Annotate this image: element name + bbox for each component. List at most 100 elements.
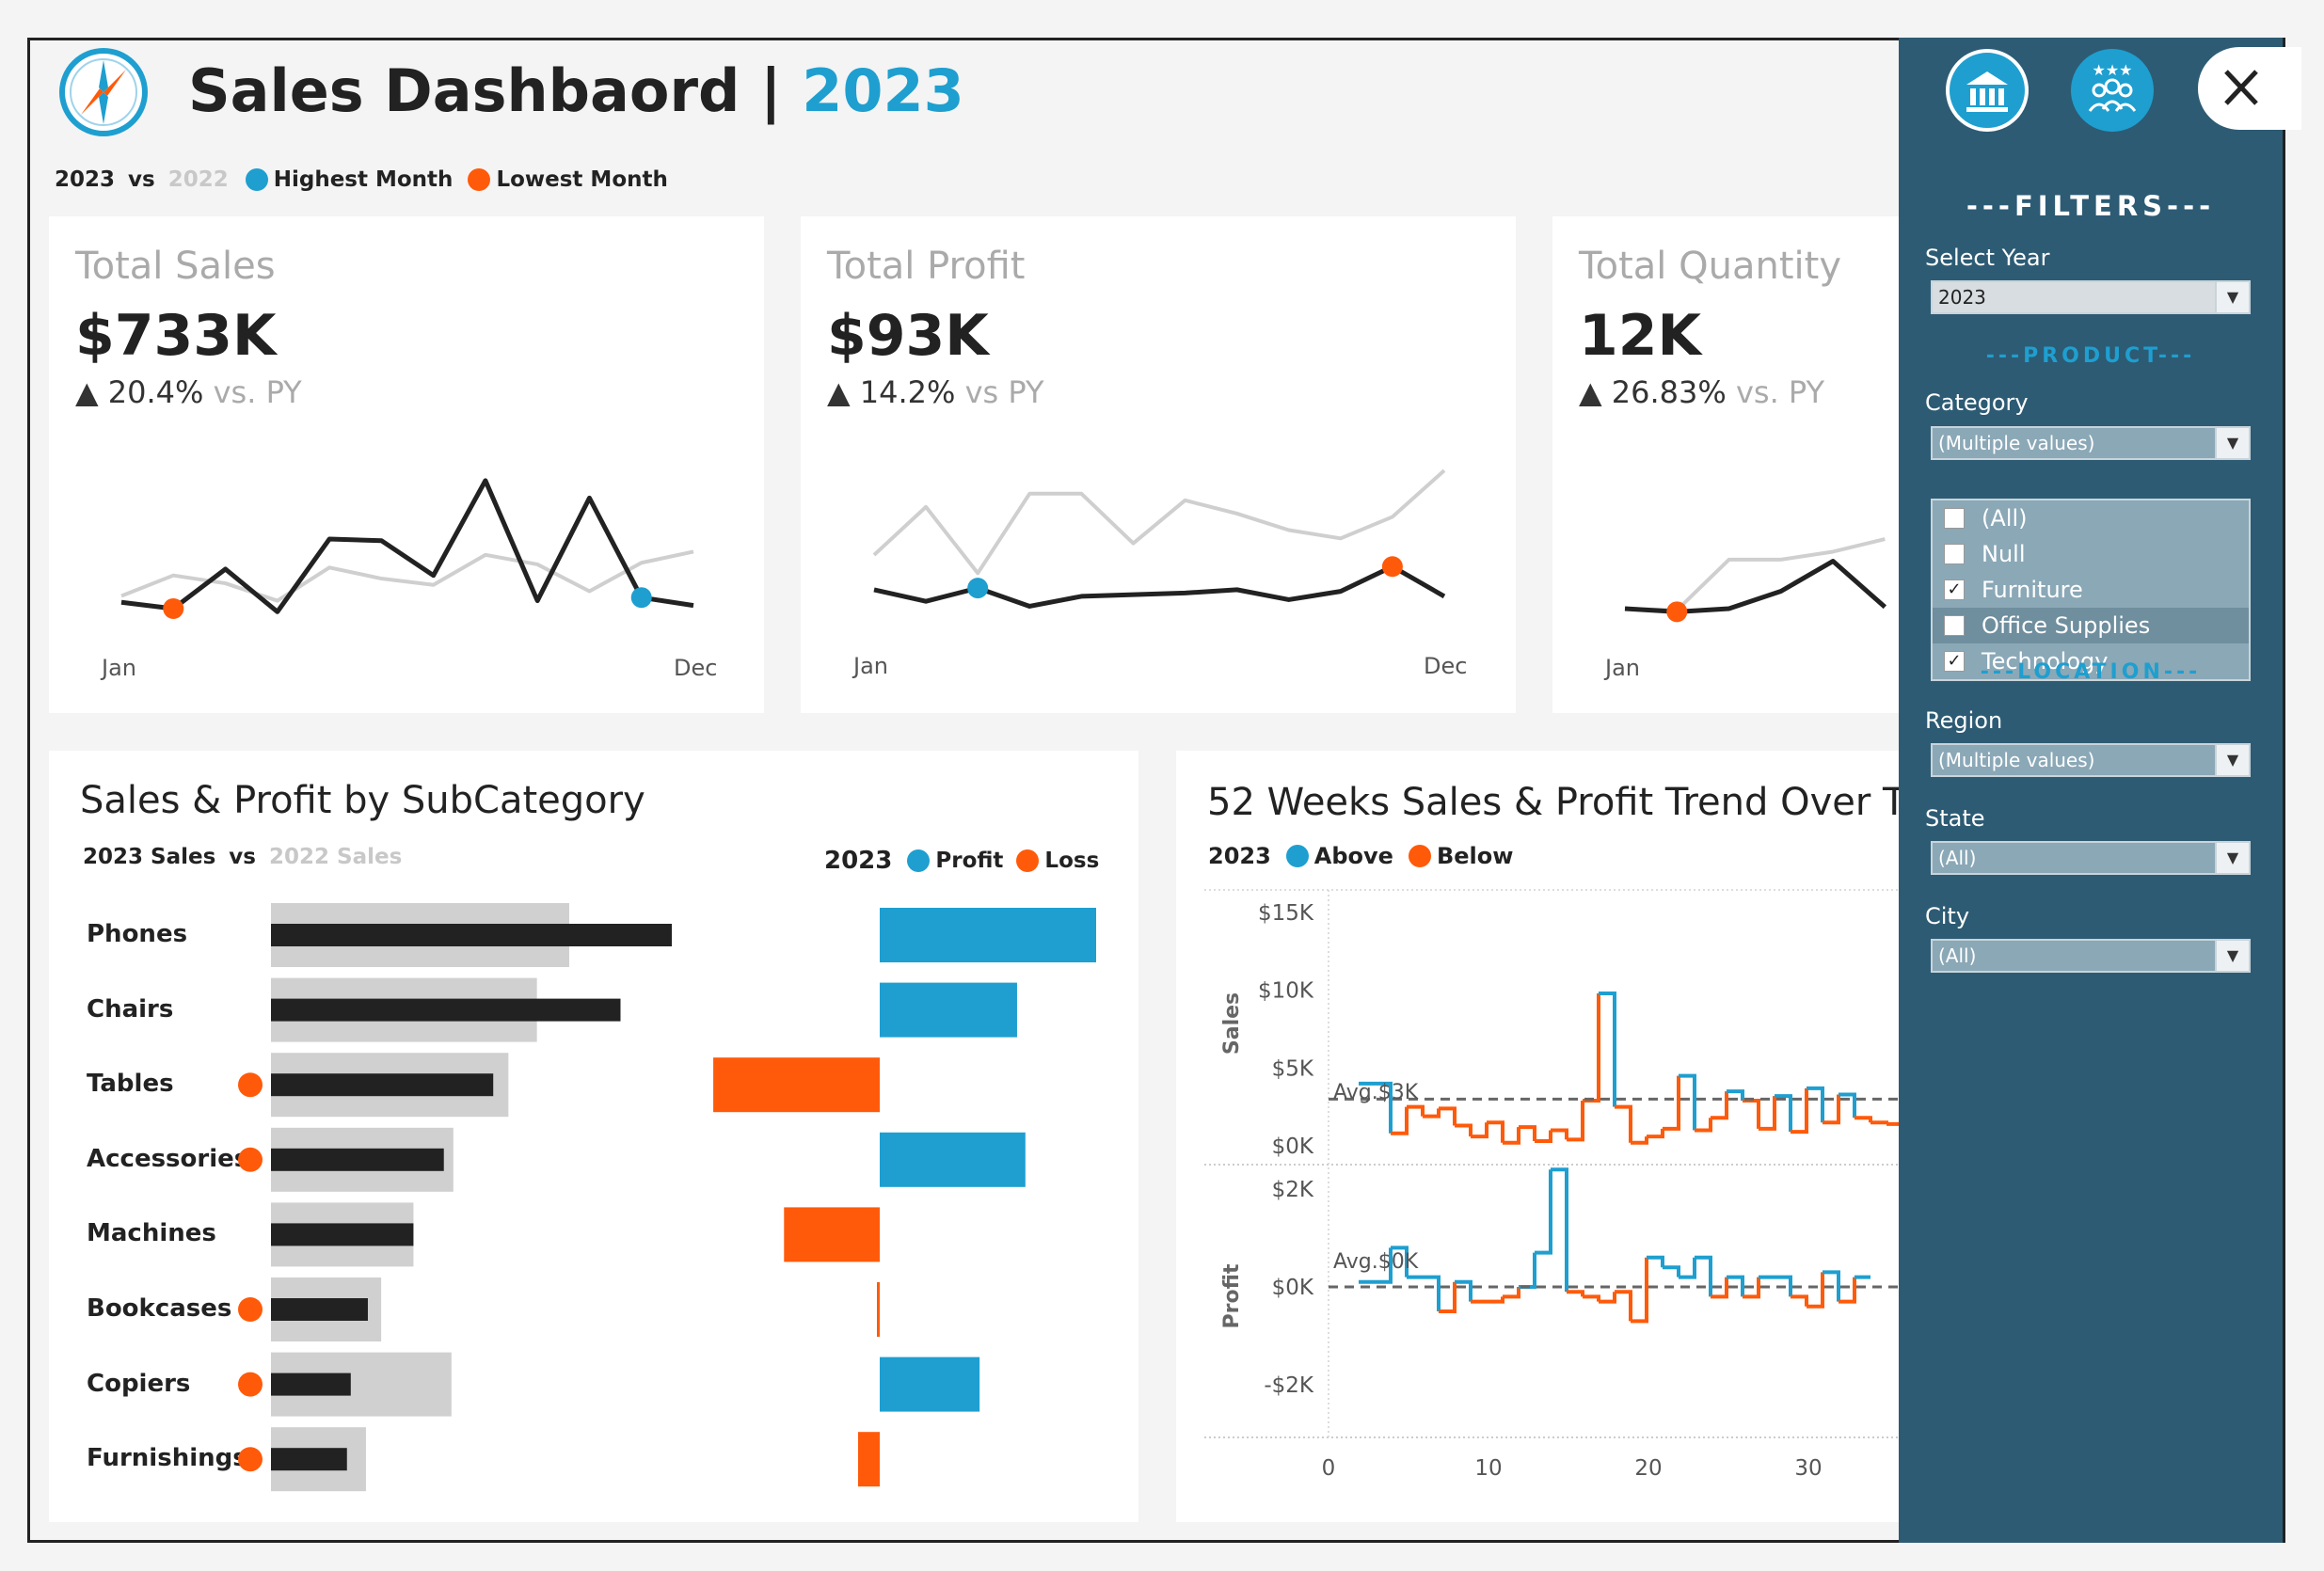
current-year-sales-bar[interactable] bbox=[271, 1223, 414, 1246]
sales-trend-step bbox=[1615, 1104, 1632, 1143]
loss-flag-marker bbox=[238, 1297, 263, 1322]
city-label: City bbox=[1925, 903, 1970, 929]
dropdown-arrow-icon: ▼ bbox=[2215, 282, 2249, 312]
highest-month-marker bbox=[630, 587, 652, 609]
profit-tick-label: $2K bbox=[1272, 1178, 1314, 1202]
current-year-sales-bar[interactable] bbox=[271, 1148, 444, 1171]
sales-trend-step bbox=[1567, 1101, 1584, 1142]
legend-lowest: Lowest Month bbox=[496, 167, 668, 192]
dropdown-arrow-icon: ▼ bbox=[2215, 843, 2249, 873]
sales-trend-step bbox=[1663, 1075, 1680, 1131]
filters-title: ---FILTERS--- bbox=[1966, 190, 2216, 222]
sales-trend-step bbox=[1455, 1123, 1472, 1137]
current-year-sales-bar[interactable] bbox=[271, 924, 672, 946]
profit-average-label: Avg.$0K bbox=[1333, 1250, 1419, 1274]
subcategory-bar-chart[interactable] bbox=[49, 751, 1138, 1522]
dropdown-arrow-icon: ▼ bbox=[2215, 941, 2249, 971]
sales-trend-step bbox=[1695, 1118, 1712, 1133]
profit-trend-step bbox=[1423, 1275, 1441, 1311]
select-year-dropdown[interactable]: 2023 ▼ bbox=[1931, 280, 2251, 314]
sales-trend-step bbox=[1647, 1128, 1664, 1139]
kpi-card-sales[interactable]: Total Sales $733K ▲ 20.4% vs. PY Jan Dec bbox=[49, 216, 764, 713]
profit-trend-step bbox=[1647, 1255, 1664, 1268]
current-year-sales-bar[interactable] bbox=[271, 1073, 494, 1097]
x-axis-end: Dec bbox=[674, 655, 718, 681]
profit-trend-step bbox=[1519, 1252, 1536, 1289]
checkbox-checked-icon: ✓ bbox=[1944, 579, 1965, 600]
profit-sparkline[interactable] bbox=[801, 216, 1516, 713]
lowest-month-marker bbox=[163, 597, 184, 619]
dropdown-arrow-icon: ▼ bbox=[2215, 745, 2249, 775]
category-option[interactable]: (All) bbox=[1933, 500, 2249, 536]
highest-month-marker bbox=[967, 578, 989, 599]
loss-flag-marker bbox=[238, 1447, 263, 1472]
sales-trend-step bbox=[1886, 1121, 1899, 1126]
current-year-sales-bar[interactable] bbox=[271, 1448, 347, 1471]
profit-bar[interactable] bbox=[858, 1432, 880, 1487]
team-icon-button[interactable]: ★★★ bbox=[2071, 49, 2154, 132]
sales-trend-step bbox=[1759, 1096, 1776, 1131]
trend-panel: 52 Weeks Sales & Profit Trend Over Time … bbox=[1176, 751, 1899, 1522]
profit-trend-step bbox=[1631, 1257, 1648, 1324]
lowest-month-marker bbox=[1666, 601, 1688, 623]
legend-vs: vs bbox=[120, 167, 163, 192]
profit-trend-step bbox=[1503, 1287, 1520, 1299]
dropdown-arrow-icon: ▼ bbox=[2215, 428, 2249, 458]
weekly-trend-chart[interactable]: Sales Profit $15K $10K $5K $0K $2K $0K -$2K 0 10 20… bbox=[1176, 751, 1899, 1522]
profit-bar[interactable] bbox=[880, 982, 1017, 1038]
page-title: Sales Dashbaord | 2023 bbox=[188, 56, 964, 125]
location-header: ---LOCATION--- bbox=[1980, 660, 2202, 684]
state-dropdown[interactable]: (All) ▼ bbox=[1931, 841, 2251, 875]
current-year-sales-bar[interactable] bbox=[271, 1373, 351, 1396]
sales-sparkline[interactable] bbox=[49, 216, 764, 713]
sales-trend-step bbox=[1854, 1116, 1872, 1123]
close-button[interactable] bbox=[2198, 47, 2301, 130]
x-tick-label: 30 bbox=[1794, 1456, 1822, 1481]
current-year-sales-bar[interactable] bbox=[271, 998, 621, 1022]
category-option[interactable]: Null bbox=[1933, 536, 2249, 572]
sales-tick-label: $15K bbox=[1258, 901, 1314, 926]
x-tick-label: 10 bbox=[1474, 1456, 1502, 1481]
sales-trend-step bbox=[1711, 1091, 1728, 1120]
current-year-line bbox=[873, 563, 1446, 609]
kpi-card-profit[interactable]: Total Profit $93K ▲ 14.2% vs PY Jan Dec bbox=[801, 216, 1516, 713]
profit-trend-step bbox=[1663, 1265, 1680, 1277]
sales-trend-step bbox=[1423, 1108, 1441, 1119]
bank-icon-button[interactable] bbox=[1946, 49, 2029, 132]
city-dropdown[interactable]: (All) ▼ bbox=[1931, 939, 2251, 973]
profit-trend-step bbox=[1583, 1294, 1600, 1302]
x-axis-start: Jan bbox=[1605, 655, 1640, 681]
profit-bar[interactable] bbox=[877, 1282, 880, 1337]
product-header: ---PRODUCT--- bbox=[1985, 344, 2196, 368]
quantity-sparkline[interactable] bbox=[1552, 216, 1899, 713]
sales-trend-step bbox=[1471, 1122, 1488, 1139]
loss-flag-marker bbox=[238, 1147, 263, 1172]
compass-logo-icon bbox=[59, 48, 148, 136]
sales-trend-step bbox=[1407, 1104, 1425, 1117]
category-dropdown[interactable]: (Multiple values) ▼ bbox=[1931, 426, 2251, 460]
profit-bar[interactable] bbox=[713, 1057, 880, 1113]
category-option[interactable]: Office Supplies bbox=[1933, 608, 2249, 643]
sales-axis-title: Sales bbox=[1220, 992, 1244, 1055]
profit-bar[interactable] bbox=[880, 908, 1096, 962]
profit-trend-step bbox=[1679, 1257, 1696, 1279]
sales-trend-step bbox=[1870, 1120, 1888, 1125]
current-year-sales-bar[interactable] bbox=[271, 1298, 368, 1321]
profit-trend-step bbox=[1551, 1167, 1568, 1293]
sales-trend-step bbox=[1599, 991, 1616, 1107]
region-dropdown[interactable]: (Multiple values) ▼ bbox=[1931, 743, 2251, 777]
sales-trend-step bbox=[1791, 1087, 1808, 1135]
prev-year-line bbox=[872, 468, 1446, 576]
sales-trend-step bbox=[1775, 1094, 1792, 1133]
kpi-card-quantity[interactable]: Total Quantity 12K ▲ 26.83% vs. PY Jan bbox=[1552, 216, 1899, 713]
profit-bar[interactable] bbox=[784, 1207, 880, 1262]
team-icon: ★★★ bbox=[2088, 61, 2137, 112]
subcategory-panel: Sales & Profit by SubCategory 2023 Sales… bbox=[49, 751, 1138, 1522]
sales-average-label: Avg.$3K bbox=[1333, 1081, 1419, 1104]
category-option[interactable]: ✓ Furniture bbox=[1933, 572, 2249, 608]
profit-bar[interactable] bbox=[880, 1132, 1026, 1187]
x-tick-label: 20 bbox=[1634, 1456, 1662, 1481]
lowest-month-marker bbox=[1381, 556, 1403, 578]
profit-bar[interactable] bbox=[880, 1357, 980, 1412]
sales-trend-step bbox=[1503, 1127, 1520, 1145]
